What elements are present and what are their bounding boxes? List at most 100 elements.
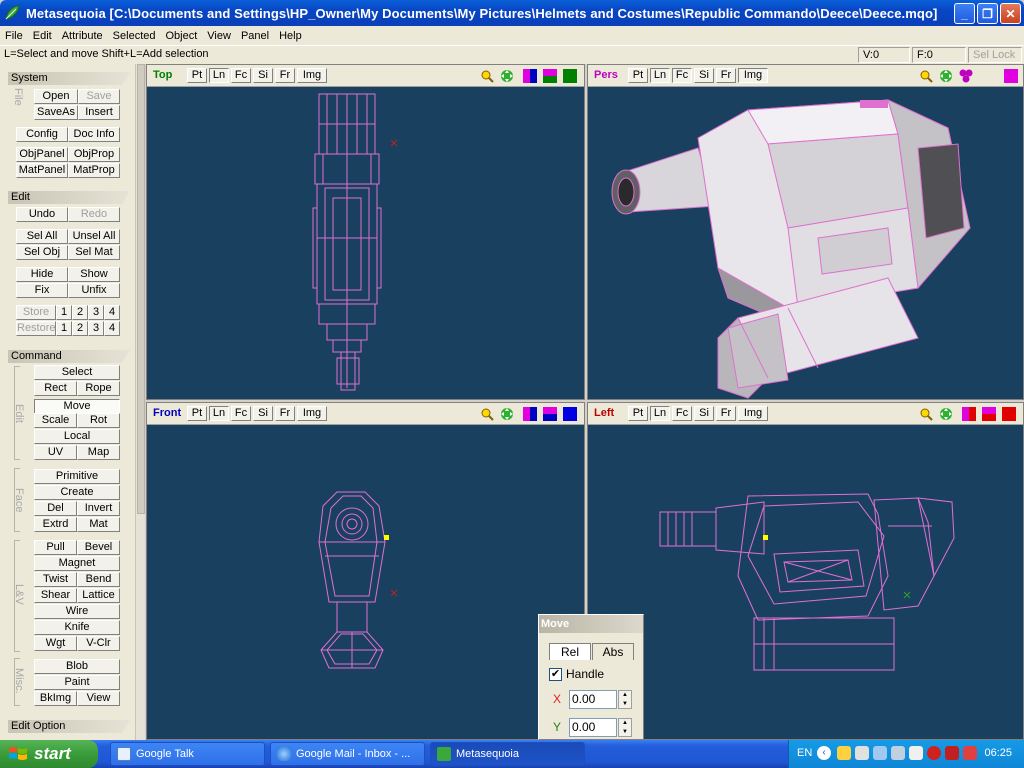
vertex-color-tool-button[interactable]: V-Clr [77,636,120,651]
select-material-button[interactable]: Sel Mat [68,245,120,260]
section-system[interactable]: System [8,72,130,85]
axis-plane-icon[interactable] [543,69,557,83]
move-dialog[interactable]: Move Rel Abs ✔ Handle X 0.00 ▲ ▼ Y 0.00 ▲… [538,614,644,740]
menu-help[interactable]: Help [274,30,307,42]
blob-tool-button[interactable]: Blob [34,659,120,674]
viewport-front-line-button[interactable]: Ln [209,406,229,421]
viewport-top-line-button[interactable]: Ln [209,68,229,83]
paint-tool-button[interactable]: Paint [34,675,120,690]
viewport-pers-face-button[interactable]: Fc [672,68,692,83]
map-tool-button[interactable]: Map [77,445,120,460]
fix-button[interactable]: Fix [16,283,68,298]
title-bar[interactable]: Metasequoia [C:\Documents and Settings\H… [0,0,1024,26]
viewport-left-front-button[interactable]: Fr [716,406,736,421]
twist-tool-button[interactable]: Twist [34,572,77,587]
select-all-button[interactable]: Sel All [16,229,68,244]
axis-plane-icon[interactable] [962,407,976,421]
viewport-top-image-button[interactable]: Img [297,68,327,83]
undo-button[interactable]: Undo [16,207,68,222]
background-image-tool-button[interactable]: BkImg [34,691,77,706]
viewport-left-point-button[interactable]: Pt [628,406,648,421]
zoom-icon[interactable] [480,407,494,421]
security-alert-icon[interactable] [963,746,977,760]
viewport-left[interactable]: Left Pt Ln Fc Si Fr Img [587,402,1024,740]
firewall-icon[interactable] [945,746,959,760]
viewport-left-silhouette-button[interactable]: Si [694,406,714,421]
redo-button[interactable]: Redo [68,207,120,222]
lattice-tool-button[interactable]: Lattice [77,588,120,603]
viewport-pers-front-button[interactable]: Fr [716,68,736,83]
primitive-tool-button[interactable]: Primitive [34,469,120,484]
move-tool-button[interactable]: Move [34,399,120,414]
volume-icon[interactable] [909,746,923,760]
menu-file[interactable]: File [0,30,28,42]
section-edit[interactable]: Edit [8,191,130,204]
viewport-perspective[interactable]: Pers Pt Ln Fc Si Fr Img [587,64,1024,400]
save-button[interactable]: Save [78,89,120,104]
y-spinner[interactable]: ▲ ▼ [618,718,632,737]
y-value-field[interactable]: 0.00 [569,718,617,737]
viewport-left-line-button[interactable]: Ln [650,406,670,421]
axis-plane-icon[interactable] [563,69,577,83]
sel-lock-button[interactable]: Sel Lock [968,47,1022,63]
maximize-button[interactable]: ❐ [977,3,998,24]
perspective-view-model[interactable] [588,88,1023,399]
delete-tool-button[interactable]: Del [34,501,77,516]
zoom-icon[interactable] [480,69,494,83]
store-slot-1[interactable]: 1 [56,305,72,320]
store-slot-4[interactable]: 4 [104,305,120,320]
menu-edit[interactable]: Edit [28,30,57,42]
local-tool-button[interactable]: Local [34,429,120,444]
saveas-button[interactable]: SaveAs [34,105,78,120]
scrollbar-thumb[interactable] [137,64,145,514]
x-value-field[interactable]: 0.00 [569,690,617,709]
top-view-wireframe[interactable] [147,88,584,399]
extrude-tool-button[interactable]: Extrd [34,517,77,532]
knife-tool-button[interactable]: Knife [34,620,120,635]
wire-tool-button[interactable]: Wire [34,604,120,619]
viewport-top-silhouette-button[interactable]: Si [253,68,273,83]
matprop-button[interactable]: MatProp [68,163,120,178]
section-command[interactable]: Command [8,350,130,363]
viewport-top-face-button[interactable]: Fc [231,68,251,83]
pan-icon[interactable] [939,407,953,421]
weight-tool-button[interactable]: Wgt [34,636,77,651]
viewport-front-face-button[interactable]: Fc [231,406,251,421]
scale-tool-button[interactable]: Scale [34,413,77,428]
x-spinner[interactable]: ▲ ▼ [618,690,632,709]
taskbar-google-talk[interactable]: Google Talk [110,742,265,766]
tab-relative[interactable]: Rel [549,643,591,660]
handle-checkbox[interactable]: ✔ [549,668,562,681]
clock[interactable]: 06:25 [984,747,1012,759]
matpanel-button[interactable]: MatPanel [16,163,68,178]
menu-panel[interactable]: Panel [236,30,274,42]
show-button[interactable]: Show [68,267,120,282]
docinfo-button[interactable]: Doc Info [68,127,120,142]
menu-attribute[interactable]: Attribute [57,30,108,42]
axis-plane-icon[interactable] [543,407,557,421]
view-tool-button[interactable]: View [77,691,120,706]
restore-slot-1[interactable]: 1 [56,321,72,336]
perspective-color-icon[interactable] [1004,69,1018,83]
create-tool-button[interactable]: Create [34,485,120,500]
rect-select-button[interactable]: Rect [34,381,77,396]
axis-plane-icon[interactable] [563,407,577,421]
front-view-wireframe[interactable] [147,426,584,739]
magnet-tool-button[interactable]: Magnet [34,556,120,571]
unselect-all-button[interactable]: Unsel All [68,229,120,244]
objprop-button[interactable]: ObjProp [68,147,120,162]
antivirus-icon[interactable] [927,746,941,760]
pan-icon[interactable] [500,69,514,83]
restore-slot-3[interactable]: 3 [88,321,104,336]
tab-absolute[interactable]: Abs [592,643,634,660]
safely-remove-icon[interactable] [891,746,905,760]
start-button[interactable]: start [0,740,98,768]
menu-view[interactable]: View [202,30,236,42]
restore-slot-4[interactable]: 4 [104,321,120,336]
open-button[interactable]: Open [34,89,78,104]
store-button[interactable]: Store [16,305,56,320]
menu-selected[interactable]: Selected [108,30,161,42]
security-shield-icon[interactable] [837,746,851,760]
objpanel-button[interactable]: ObjPanel [16,147,68,162]
rotate-view-icon[interactable] [959,69,973,83]
